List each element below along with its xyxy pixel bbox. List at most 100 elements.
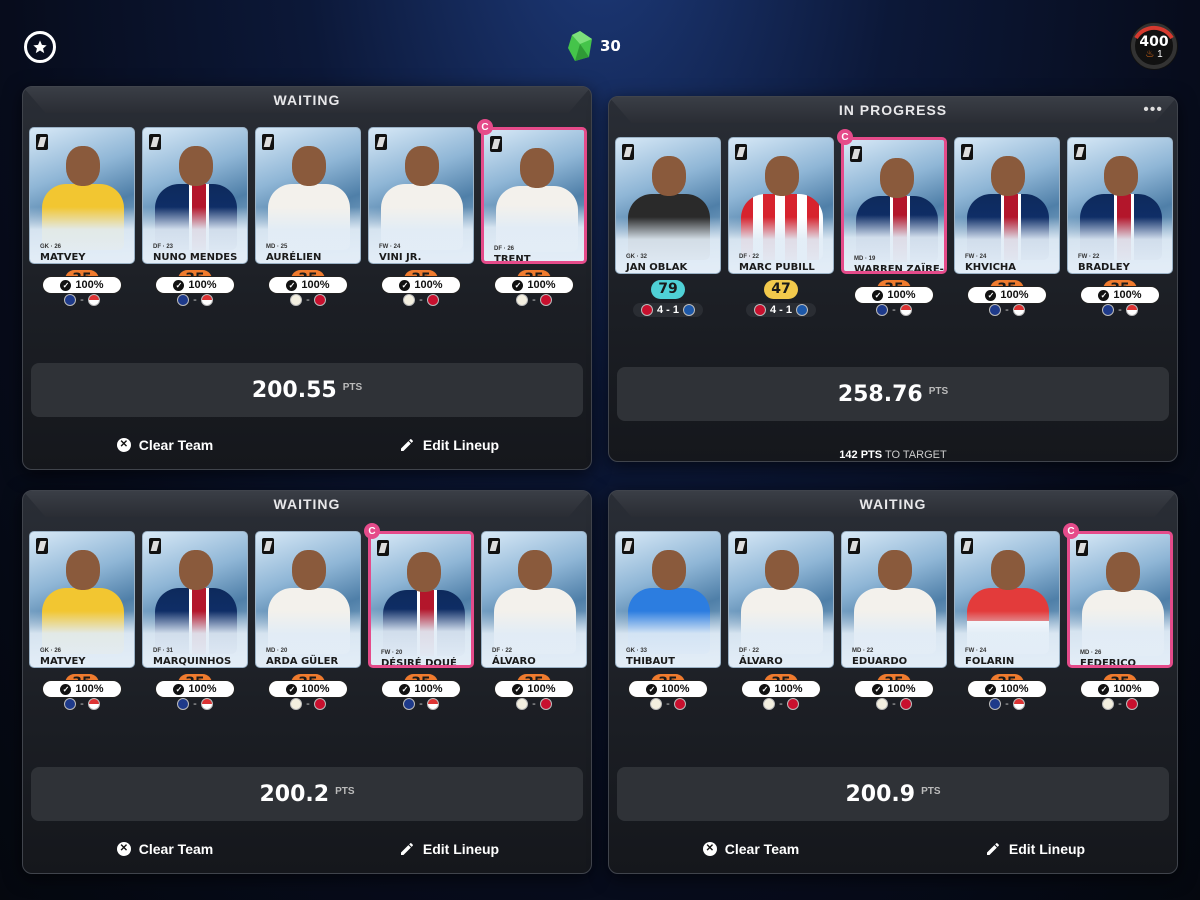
club-crest-icon — [1125, 697, 1138, 710]
upcoming-fixture: - — [64, 293, 100, 307]
edit-lineup-label: Edit Lineup — [1008, 841, 1086, 857]
edit-lineup-button[interactable]: Edit Lineup — [893, 835, 1177, 863]
player-card[interactable]: FW · 24 FOLARIN BALOGUN — [954, 531, 1060, 668]
captain-badge: C — [364, 523, 380, 539]
check-icon: ✓ — [985, 683, 997, 695]
player-card[interactable]: GK · 32 JAN OBLAK — [615, 137, 721, 274]
ownership-value: 100% — [527, 683, 556, 695]
player-photo — [292, 146, 326, 186]
player-name: ÁLVARO CARRERAS — [492, 656, 536, 667]
brand-logo-icon — [848, 538, 860, 554]
player-photo — [991, 550, 1025, 590]
player-position: DF · 26 — [494, 246, 515, 252]
player-photo — [520, 148, 554, 188]
ownership-value: 100% — [414, 683, 443, 695]
streak-count: 1 — [1157, 49, 1163, 60]
player-card[interactable]: DF · 23 NUNO MENDES — [142, 127, 248, 264]
player-card[interactable]: FW · 22 BRADLEY BARCOLA — [1067, 137, 1173, 274]
brand-logo-icon — [36, 538, 48, 554]
player-card[interactable]: MD · 26 FEDERICO VALVERDE — [1067, 531, 1173, 668]
brand-logo-icon — [961, 144, 973, 160]
clear-team-label: Clear Team — [724, 841, 800, 857]
player-photo — [66, 146, 100, 186]
player-card[interactable]: MD · 20 ARDA GÜLER — [255, 531, 361, 668]
player-card[interactable]: MD · 25 AURÉLIEN TCHOUAMÉNI — [255, 127, 361, 264]
ownership-value: 100% — [661, 683, 690, 695]
ownership-badge: ✓ 100% — [382, 277, 460, 293]
more-options-button[interactable]: ••• — [1143, 101, 1163, 119]
player-photo — [179, 550, 213, 590]
ownership-value: 100% — [1000, 683, 1029, 695]
player-card[interactable]: DF · 22 ÁLVARO CARRERAS — [481, 531, 587, 668]
edit-lineup-button[interactable]: Edit Lineup — [307, 431, 591, 459]
club-crest-icon — [640, 303, 653, 316]
check-icon: ✓ — [985, 289, 997, 301]
player-slot: C FW · 20 DÉSIRÉ DOUÉ✓100%35- — [364, 523, 474, 711]
player-card[interactable]: GK · 26 MATVEY SAFONOV — [29, 127, 135, 264]
club-crest-icon — [290, 697, 303, 710]
player-position: DF · 22 — [492, 648, 513, 654]
brand-logo-icon — [262, 538, 274, 554]
player-card[interactable]: MD · 19 WARREN ZAÏRE-EMERY — [841, 137, 947, 274]
player-cards-row: GK · 26 MATVEY SAFONOV✓100%35- DF · 31 M… — [29, 523, 587, 711]
player-name: KHVICHA KVARATSKHELIA — [965, 262, 1017, 273]
player-position: FW · 24 — [965, 254, 987, 260]
level-indicator[interactable]: 400 ♨ 1 — [1130, 22, 1178, 70]
upcoming-fixture: - — [177, 697, 213, 711]
total-points: 200.2 PTS — [31, 767, 583, 821]
club-crest-icon — [64, 697, 77, 710]
player-card[interactable]: DF · 26 TRENT ALEXANDER-ARNOLD — [481, 127, 587, 264]
live-fixture: 4 - 1 — [745, 302, 816, 317]
fixture-dash: - — [193, 697, 197, 710]
fixture-dash: - — [532, 697, 536, 710]
ownership-value: 100% — [188, 279, 217, 291]
fixture-dash: - — [532, 293, 536, 306]
clear-team-button[interactable]: ✕ Clear Team — [23, 431, 307, 459]
check-icon: ✓ — [173, 279, 185, 291]
pencil-icon — [400, 439, 413, 451]
favorites-star-button[interactable] — [24, 31, 56, 63]
player-photo — [652, 156, 686, 196]
brand-logo-icon — [36, 134, 48, 150]
clear-team-button[interactable]: ✕ Clear Team — [23, 835, 307, 863]
panel-actions: ✕ Clear Team Edit Lineup — [23, 431, 591, 459]
player-card[interactable]: DF · 31 MARQUINHOS — [142, 531, 248, 668]
clear-team-button[interactable]: ✕ Clear Team — [609, 835, 893, 863]
player-photo — [765, 550, 799, 590]
club-crest-icon — [539, 697, 552, 710]
gems-counter[interactable]: 30 — [566, 30, 621, 62]
player-card[interactable]: GK · 26 MATVEY SAFONOV — [29, 531, 135, 668]
player-name: WARREN ZAÏRE-EMERY — [854, 264, 944, 274]
player-card[interactable]: FW · 20 DÉSIRÉ DOUÉ — [368, 531, 474, 668]
edit-lineup-button[interactable]: Edit Lineup — [307, 835, 591, 863]
panel-status: WAITING — [23, 491, 591, 517]
panel-status: WAITING — [609, 491, 1177, 517]
player-score: 47 — [764, 279, 798, 299]
close-icon: ✕ — [116, 438, 131, 452]
brand-logo-icon — [149, 134, 161, 150]
player-position: MD · 22 — [852, 648, 874, 654]
player-position: DF · 22 — [739, 254, 760, 260]
player-card[interactable]: GK · 33 THIBAUT COURTOIS — [615, 531, 721, 668]
player-position: DF · 31 — [153, 648, 174, 654]
check-icon: ✓ — [512, 279, 524, 291]
player-card[interactable]: DF · 22 ÁLVARO CARRERAS — [728, 531, 834, 668]
club-crest-icon — [177, 293, 190, 306]
player-slot: GK · 33 THIBAUT COURTOIS✓100%35- — [615, 531, 721, 711]
gem-icon — [568, 31, 592, 61]
player-card[interactable]: FW · 24 KHVICHA KVARATSKHELIA — [954, 137, 1060, 274]
player-card[interactable]: MD · 22 EDUARDO CAMAVINGA — [841, 531, 947, 668]
player-card[interactable]: FW · 24 VINI JR. — [368, 127, 474, 264]
player-position: GK · 26 — [40, 244, 62, 250]
player-cards-row: GK · 33 THIBAUT COURTOIS✓100%35- DF · 22… — [615, 523, 1173, 711]
player-name: JAN OBLAK — [626, 262, 688, 273]
panel-status: WAITING — [23, 87, 591, 113]
target-info: 142 PTS TO TARGET — [609, 449, 1177, 461]
points-value: 200.55 — [251, 377, 337, 403]
club-crest-icon — [876, 697, 889, 710]
player-position: GK · 26 — [40, 648, 62, 654]
ownership-value: 100% — [887, 683, 916, 695]
total-points: 200.55 PTS — [31, 363, 583, 417]
player-card[interactable]: DF · 22 MARC PUBILL — [728, 137, 834, 274]
ownership-value: 100% — [527, 279, 556, 291]
